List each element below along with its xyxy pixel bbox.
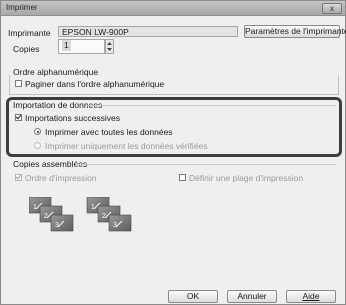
printer-name: EPSON LW-900P (62, 27, 129, 37)
cancel-button[interactable]: Annuler (227, 290, 277, 303)
window-title: Imprimer (6, 3, 38, 12)
copies-label: Copies (13, 44, 40, 54)
successive-imports-checkbox[interactable] (15, 114, 22, 121)
stack-1-page-3: 3 (55, 222, 59, 229)
copies-input[interactable]: 1 (58, 39, 105, 54)
stack-2-page-1: 1 (91, 204, 95, 211)
print-order-label: Ordre d'impression (25, 173, 97, 183)
print-verified-data-radio[interactable] (34, 142, 41, 149)
stepper-arrows-icon (107, 42, 112, 51)
stack-1-page-2: 2 (44, 213, 48, 220)
print-all-data-radio[interactable] (34, 128, 41, 135)
help-button[interactable]: Aide (286, 290, 336, 303)
cancel-label: Annuler (237, 291, 267, 301)
printer-field: EPSON LW-900P (58, 26, 238, 37)
successive-imports-label: Importations successives (25, 113, 120, 123)
copies-value: 1 (62, 40, 71, 51)
close-button[interactable]: x (322, 3, 342, 14)
help-label: Aide (302, 291, 320, 301)
print-range-checkbox[interactable] (179, 174, 186, 181)
alpha-order-label: Paginer dans l'ordre alphanumérique (25, 79, 165, 89)
data-import-divider (86, 105, 336, 106)
printer-properties-button[interactable]: Paramètres de l'imprimante (244, 25, 346, 38)
stack-2-page-3: 3 (113, 222, 117, 229)
print-dialog: Imprimer x Imprimante EPSON LW-900P Para… (0, 0, 346, 305)
title-bar: Imprimer x (1, 1, 345, 16)
printer-label: Imprimante (8, 28, 51, 38)
print-all-data-label: Imprimer avec toutes les données (45, 127, 173, 137)
ok-button[interactable]: OK (168, 290, 218, 303)
print-verified-data-label: Imprimer uniquement les données vérifiée… (45, 141, 208, 151)
copies-stepper[interactable] (105, 39, 114, 54)
print-order-checkbox[interactable] (15, 174, 22, 181)
ok-label: OK (186, 291, 200, 301)
alpha-order-title: Ordre alphanumérique (13, 67, 99, 77)
close-icon: x (330, 4, 334, 13)
alpha-order-checkbox[interactable] (15, 80, 22, 87)
stack-2-page-2: 2 (102, 213, 106, 220)
printer-properties-label: Paramètres de l'imprimante (245, 26, 346, 36)
stack-1-page-1: 1 (33, 204, 37, 211)
collated-divider (76, 164, 336, 165)
print-range-label: Définir une plage d'impression (189, 173, 304, 183)
